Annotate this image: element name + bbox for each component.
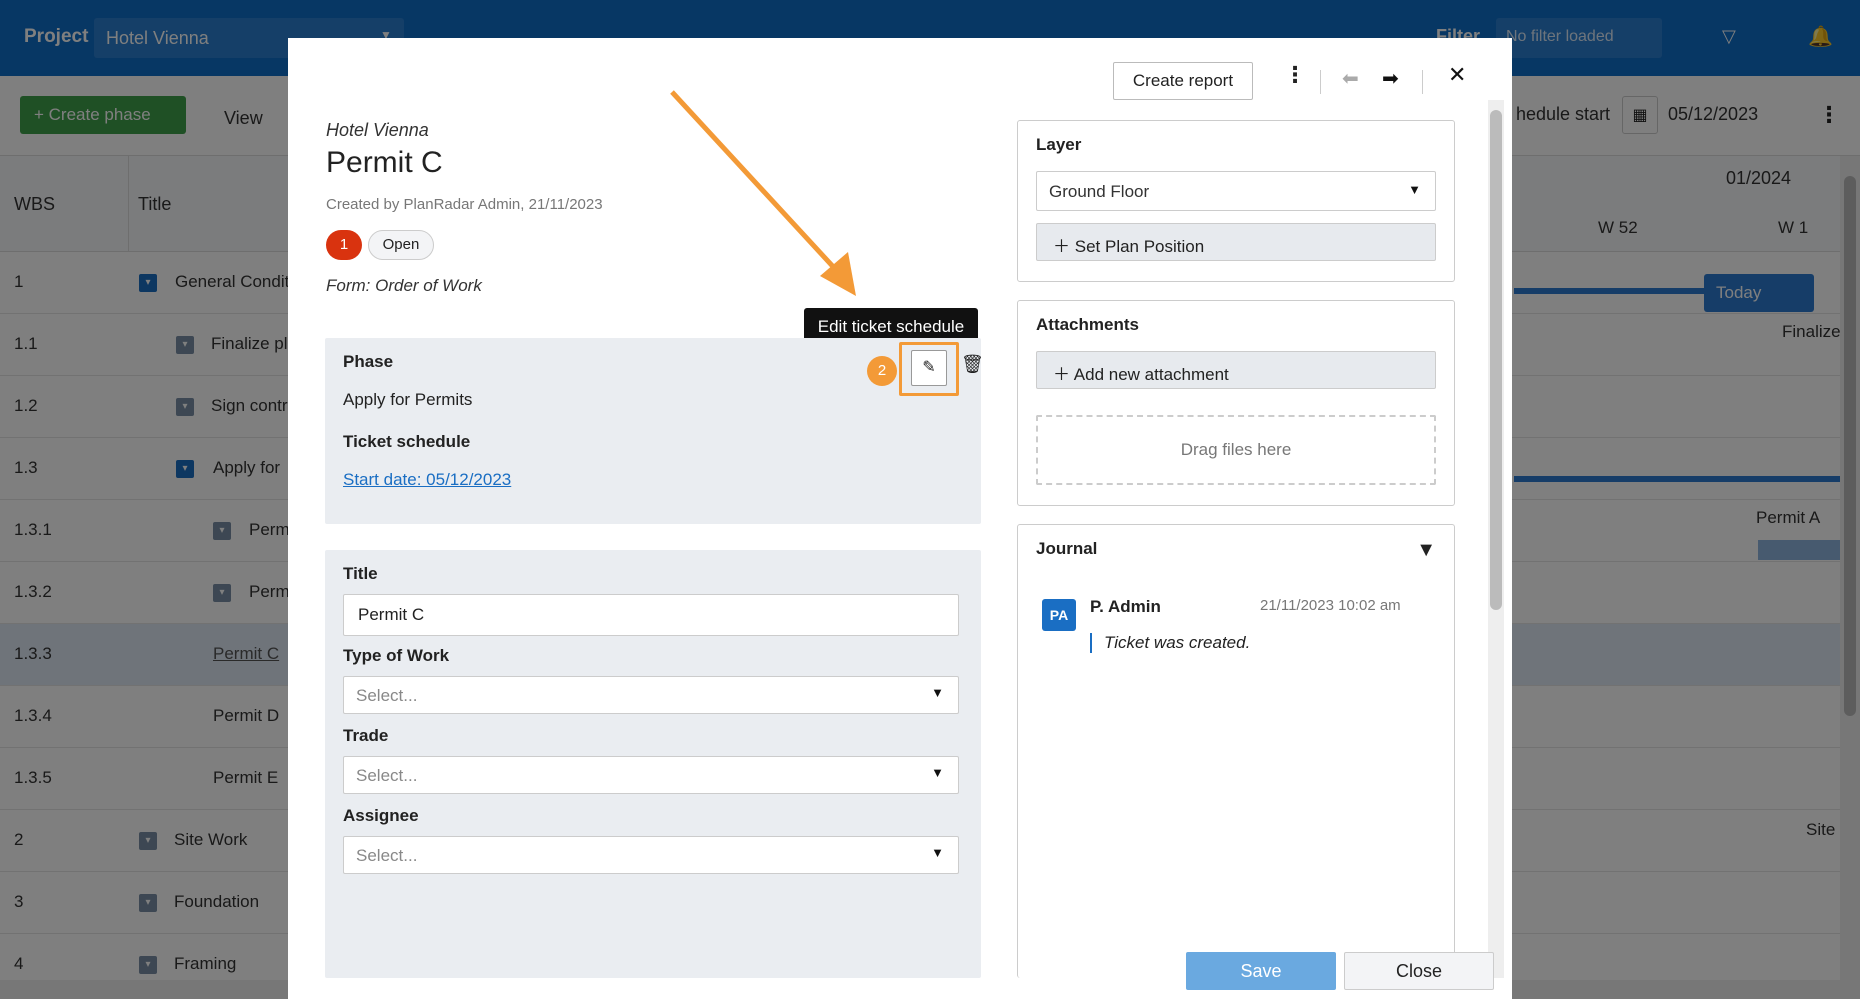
caret-down-icon: ▼ <box>931 765 944 780</box>
title-label: Title <box>343 564 378 583</box>
modal-scrollbar[interactable] <box>1488 100 1504 978</box>
button-label: Set Plan Position <box>1074 237 1205 256</box>
phase-value: Apply for Permits <box>343 390 473 409</box>
ticket-fields-card: Title Permit C Type of Work Select... ▼ T… <box>325 550 981 978</box>
created-by: Created by PlanRadar Admin, 21/11/2023 <box>326 196 603 213</box>
button-label: Add new attachment <box>1073 365 1229 384</box>
save-button[interactable]: Save <box>1186 952 1336 990</box>
trade-select[interactable]: Select... ▼ <box>343 756 959 794</box>
phase-card: Phase Apply for Permits Ticket schedule … <box>325 338 984 524</box>
ticket-title: Permit C <box>326 146 443 179</box>
attachments-panel: Attachments ＋ Add new attachment Drag fi… <box>1017 300 1455 506</box>
journal-title: Journal <box>1036 539 1098 558</box>
close-button[interactable]: Close <box>1344 952 1494 990</box>
filter-icon[interactable]: ▼ <box>1416 539 1436 562</box>
drop-zone[interactable]: Drag files here <box>1036 415 1436 485</box>
attachments-title: Attachments <box>1036 315 1139 334</box>
arrow-left-icon[interactable]: ⬅ <box>1342 66 1359 91</box>
plus-icon: ＋ <box>1053 237 1075 256</box>
status-badge[interactable]: Open <box>368 230 434 260</box>
caret-down-icon: ▼ <box>931 685 944 700</box>
edit-icon[interactable]: ✎ <box>911 350 947 386</box>
journal-timestamp: 21/11/2023 10:02 am <box>1260 597 1401 614</box>
type-of-work-label: Type of Work <box>343 646 450 665</box>
project-name: Hotel Vienna <box>326 120 429 140</box>
scrollbar-thumb[interactable] <box>1490 110 1502 610</box>
type-of-work-select[interactable]: Select... ▼ <box>343 676 959 714</box>
caret-down-icon: ▼ <box>1408 182 1421 197</box>
create-report-button[interactable]: Create report <box>1113 62 1253 100</box>
assignee-label: Assignee <box>343 806 419 825</box>
start-date-link[interactable]: Start date: 05/12/2023 <box>343 470 511 490</box>
layer-select[interactable]: Ground Floor ▼ <box>1036 171 1436 211</box>
arrow-right-icon[interactable]: ➡ <box>1382 66 1399 91</box>
trade-label: Trade <box>343 726 389 745</box>
avatar: PA <box>1042 599 1076 631</box>
trash-icon[interactable]: 🗑 <box>961 354 984 375</box>
plus-icon: ＋ <box>1053 365 1074 384</box>
journal-message: Ticket was created. <box>1090 633 1250 653</box>
select-placeholder: Select... <box>356 686 418 705</box>
journal-author: P. Admin <box>1090 597 1161 616</box>
step-marker: 2 <box>867 356 897 386</box>
form-type: Form: Order of Work <box>326 276 482 295</box>
select-placeholder: Select... <box>356 766 418 785</box>
journal-panel: Journal ▼ PA P. Admin 21/11/2023 10:02 a… <box>1017 524 1455 978</box>
more-vertical-icon[interactable]: ⋮ <box>1284 62 1306 88</box>
caret-down-icon: ▼ <box>931 845 944 860</box>
layer-value: Ground Floor <box>1049 182 1150 201</box>
divider <box>1422 70 1423 94</box>
layer-title: Layer <box>1036 135 1082 154</box>
assignee-select[interactable]: Select... ▼ <box>343 836 959 874</box>
close-icon[interactable]: ✕ <box>1448 62 1466 88</box>
select-placeholder: Select... <box>356 846 418 865</box>
divider <box>1320 70 1321 94</box>
ticket-number-badge: 1 <box>326 230 362 260</box>
add-attachment-button[interactable]: ＋ Add new attachment <box>1036 351 1436 389</box>
phase-label: Phase <box>343 352 394 371</box>
ticket-modal: Create report ⋮ ⬅ ➡ ✕ Hotel Vienna Permi… <box>288 38 1512 999</box>
layer-panel: Layer Ground Floor ▼ ＋ Set Plan Position <box>1017 120 1455 282</box>
set-plan-position-button[interactable]: ＋ Set Plan Position <box>1036 223 1436 261</box>
ticket-schedule-label: Ticket schedule <box>343 432 471 451</box>
title-input[interactable]: Permit C <box>343 594 959 636</box>
